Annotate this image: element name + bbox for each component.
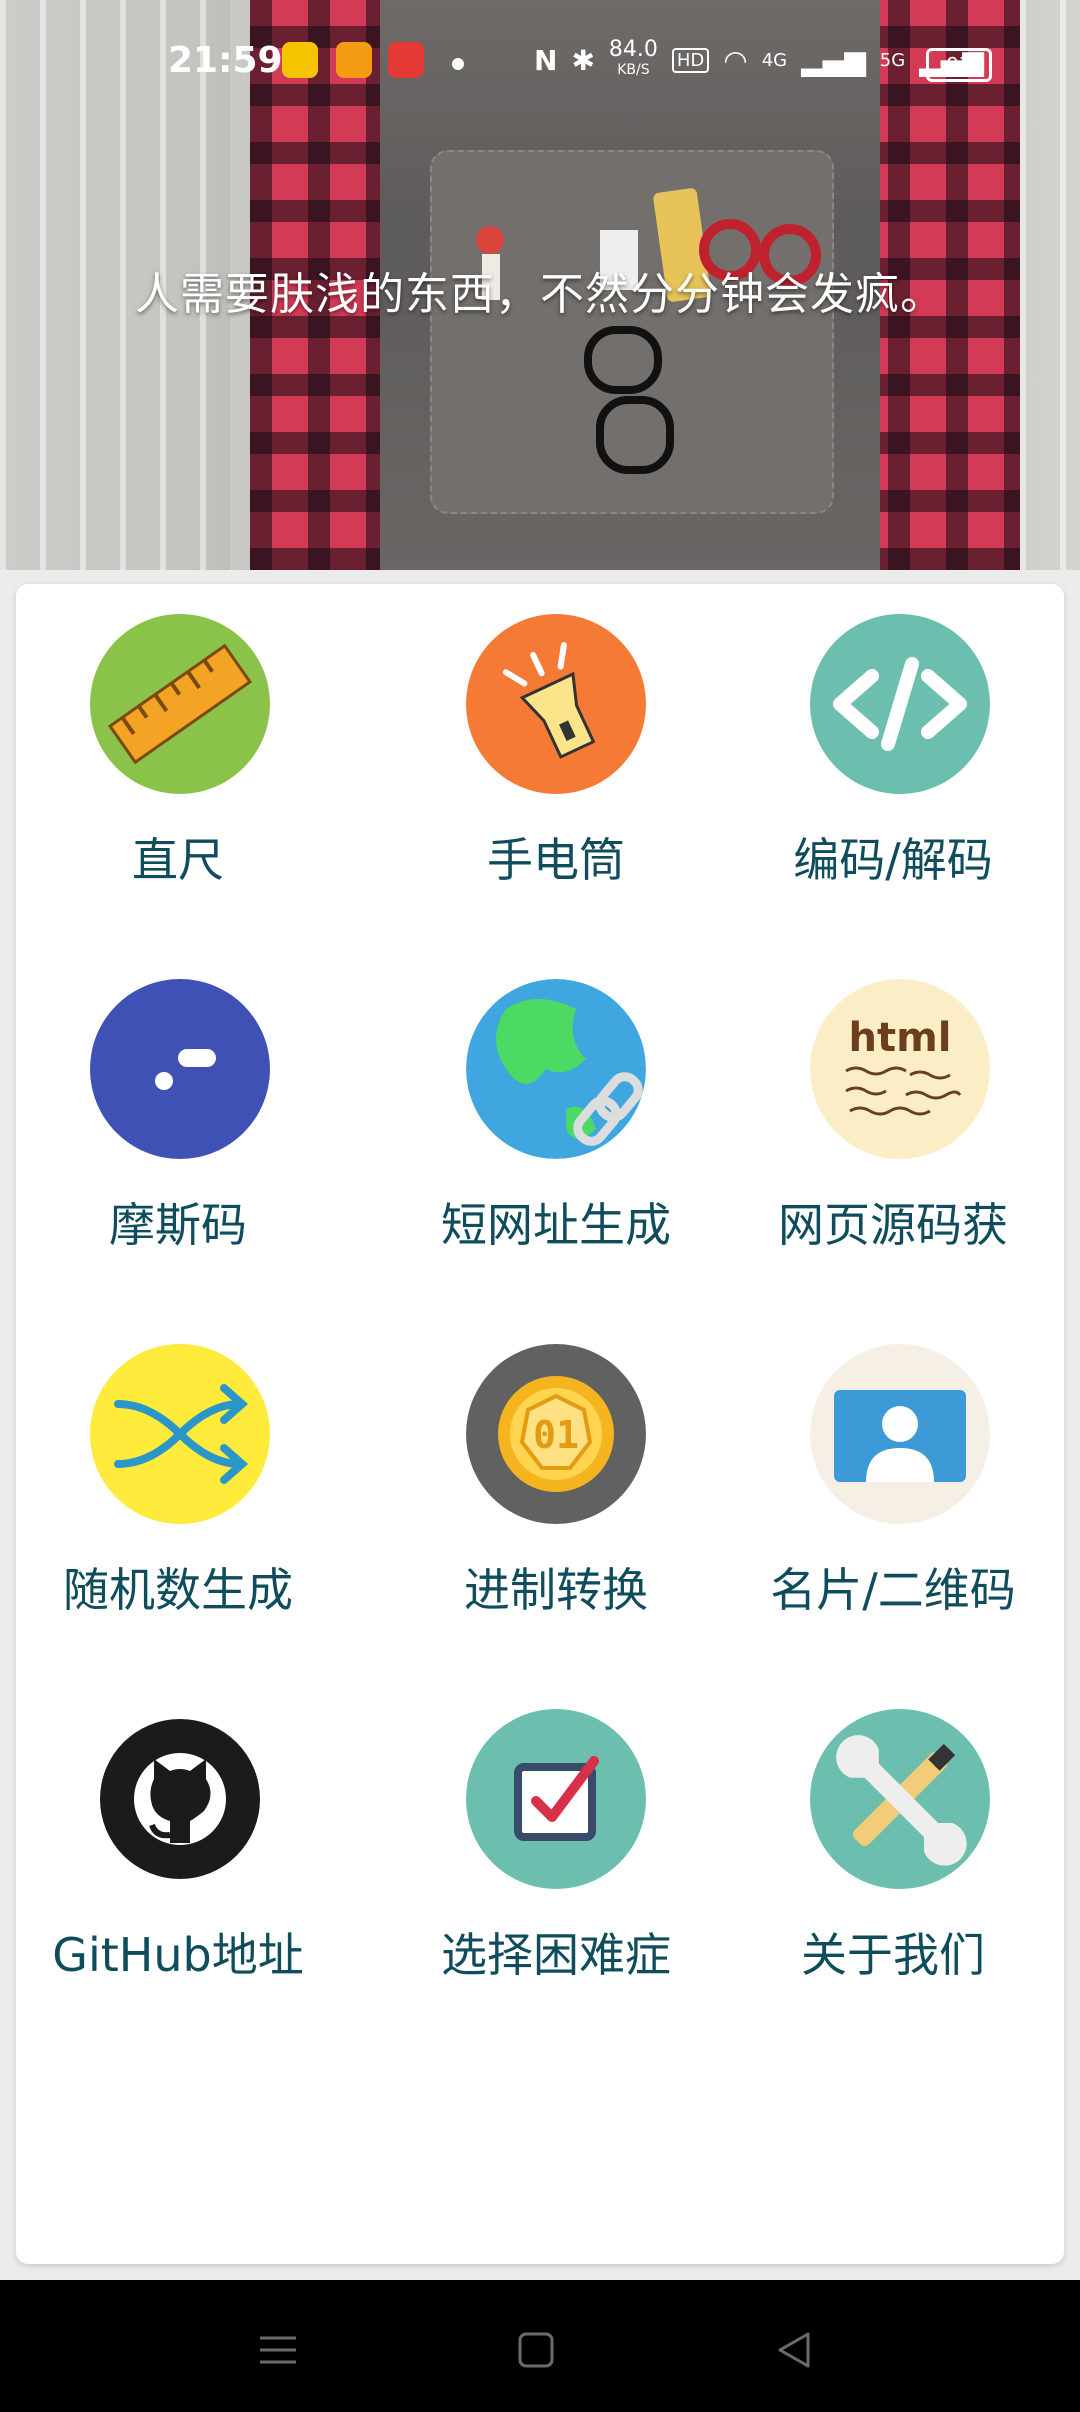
tool-morse[interactable]: 摩斯码 (16, 979, 376, 1344)
tools-grid: 直尺 手电筒 编码/解码 摩斯码 短网址生成 html 网页源码获 随机数生成 … (16, 614, 1064, 2074)
header-quote: 人需要肤浅的东西，不然分分钟会发疯。 (135, 269, 945, 320)
tool-encode-decode[interactable]: 编码/解码 (736, 614, 1064, 979)
menu-icon[interactable] (248, 2320, 308, 2380)
network-5g: 5G (879, 49, 906, 71)
tools-icon (810, 1709, 990, 1889)
bluetooth-icon: ✱ (571, 43, 595, 77)
network-4g: 4G (761, 49, 788, 71)
tool-page-source[interactable]: html 网页源码获 (736, 979, 1064, 1344)
tool-flashlight[interactable]: 手电筒 (376, 614, 736, 979)
tool-ruler[interactable]: 直尺 (16, 614, 376, 979)
tool-label: 网页源码获 (778, 1198, 1008, 1252)
status-system-icons: N ✱ 84.0 KB/S HD ◠ 4G ▂▄▆ 5G ▂▄▆ (534, 37, 984, 80)
pocket-tools-illustration (476, 188, 821, 474)
tool-label: 名片/二维码 (770, 1563, 1016, 1617)
more-notifications-dot (452, 58, 464, 70)
battery-indicator: 97 (926, 48, 992, 82)
html-source-icon: html (810, 979, 990, 1159)
app-notification-icon (282, 42, 318, 78)
tool-label: 短网址生成 (441, 1198, 671, 1252)
tool-github[interactable]: GitHub地址 (16, 1709, 376, 2074)
home-icon[interactable] (506, 2320, 566, 2380)
shuffle-icon (90, 1344, 270, 1524)
shop-notification-icon (388, 42, 424, 78)
code-icon (810, 614, 990, 794)
header-banner: 21:59 N ✱ 84.0 KB/S HD ◠ 4G ▂▄▆ 5G ▂▄▆ 9… (0, 0, 1080, 570)
navigation-bar (0, 2280, 1080, 2412)
tool-label: 选择困难症 (441, 1928, 671, 1982)
tool-label: 随机数生成 (63, 1563, 293, 1617)
morse-icon (90, 979, 270, 1159)
status-bar: 21:59 N ✱ 84.0 KB/S HD ◠ 4G ▂▄▆ 5G ▂▄▆ 9… (0, 34, 1080, 90)
card-qr-icon (810, 1344, 990, 1524)
imou-notification-icon (336, 42, 372, 78)
globe-link-icon (466, 979, 646, 1159)
status-time: 21:59 (168, 40, 283, 81)
tool-base-convert[interactable]: 01 进制转换 (376, 1344, 736, 1709)
binary-coin-icon: 01 (466, 1344, 646, 1524)
tool-label: 编码/解码 (793, 833, 993, 887)
github-icon (90, 1709, 270, 1889)
tool-card-qrcode[interactable]: 名片/二维码 (736, 1344, 1064, 1709)
svg-text:01: 01 (533, 1413, 579, 1457)
network-speed: 84.0 KB/S (608, 37, 658, 79)
tool-label: 进制转换 (464, 1563, 648, 1617)
tool-decision-maker[interactable]: 选择困难症 (376, 1709, 736, 2074)
tool-label: 关于我们 (801, 1928, 985, 1982)
hd-badge: HD (671, 47, 710, 73)
tool-label: 摩斯码 (109, 1198, 247, 1252)
flashlight-icon (466, 614, 646, 794)
tool-label: 直尺 (132, 833, 224, 887)
checkbox-icon (466, 1709, 646, 1889)
back-icon[interactable] (764, 2320, 824, 2380)
tools-card: 直尺 手电筒 编码/解码 摩斯码 短网址生成 html 网页源码获 随机数生成 … (16, 584, 1064, 2264)
tool-label: GitHub地址 (52, 1928, 304, 1982)
signal-4g-icon: ▂▄▆ (801, 43, 866, 77)
nfc-icon: N (534, 43, 558, 77)
ruler-icon (90, 614, 270, 794)
tool-label: 手电筒 (487, 833, 625, 887)
svg-text:html: html (849, 1015, 952, 1061)
tool-random-number[interactable]: 随机数生成 (16, 1344, 376, 1709)
wifi-icon: ◠ (723, 43, 748, 77)
tool-about-us[interactable]: 关于我们 (736, 1709, 1064, 2074)
tool-short-url[interactable]: 短网址生成 (376, 979, 736, 1344)
